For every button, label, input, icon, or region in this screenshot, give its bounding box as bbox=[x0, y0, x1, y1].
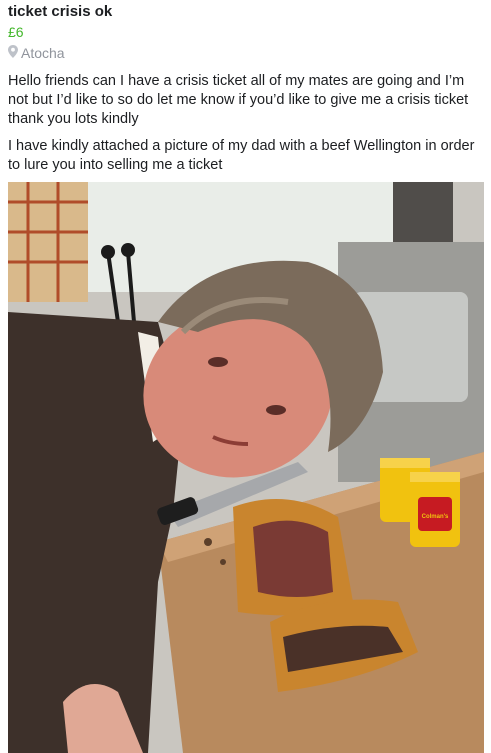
location-label: Atocha bbox=[21, 45, 65, 61]
kettle bbox=[393, 182, 453, 242]
tiled-wall bbox=[8, 182, 88, 302]
listing-title: ticket crisis ok bbox=[8, 3, 113, 20]
description-paragraph: Hello friends can I have a crisis ticket… bbox=[8, 73, 469, 127]
listing-photo[interactable]: Colman's bbox=[8, 182, 484, 753]
mustard-label: Colman's bbox=[422, 514, 449, 520]
listing-price: £6 bbox=[8, 24, 24, 40]
listing-location[interactable]: Atocha bbox=[8, 45, 65, 61]
description-paragraph: I have kindly attached a picture of my d… bbox=[8, 138, 475, 173]
map-pin-icon bbox=[8, 45, 18, 61]
